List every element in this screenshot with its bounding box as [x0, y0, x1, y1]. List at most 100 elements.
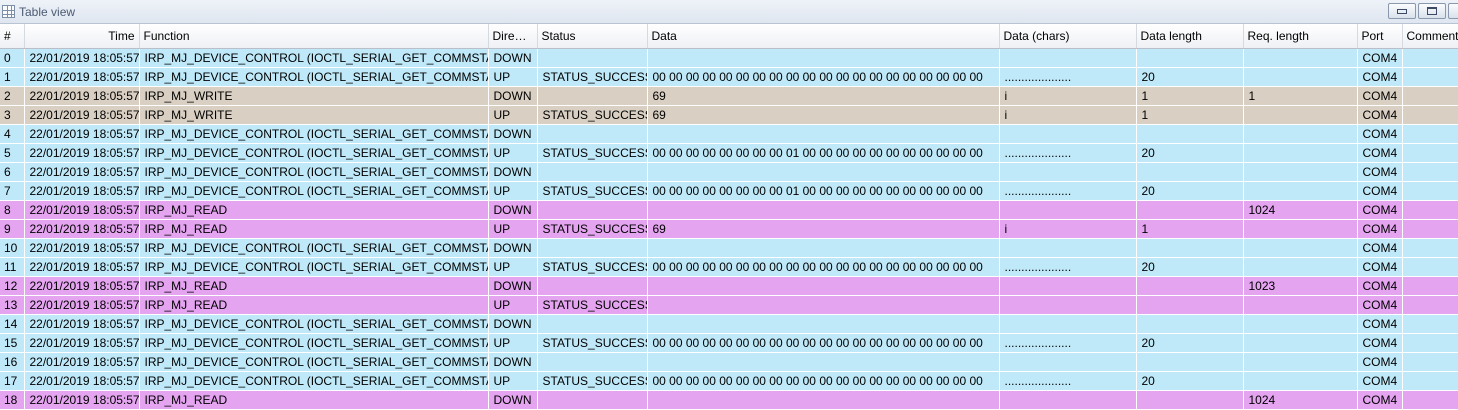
cell-data: [647, 48, 1000, 68]
cell-index: 14: [0, 314, 25, 334]
cell-port: COM4: [1357, 238, 1403, 258]
cell-port: COM4: [1357, 276, 1403, 296]
column-header-port[interactable]: Port: [1357, 24, 1403, 49]
column-header-direction[interactable]: Direct...: [488, 24, 538, 49]
cell-index: 15: [0, 333, 25, 353]
cell-function: IRP_MJ_WRITE: [139, 86, 489, 106]
cell-time: 22/01/2019 18:05:57: [24, 352, 140, 372]
cell-time: 22/01/2019 18:05:57: [24, 86, 140, 106]
cell-time: 22/01/2019 18:05:57: [24, 162, 140, 182]
cell-index: 7: [0, 181, 25, 201]
cell-req-length: [1243, 67, 1358, 87]
cell-function: IRP_MJ_DEVICE_CONTROL (IOCTL_SERIAL_GET_…: [139, 143, 489, 163]
cell-function: IRP_MJ_DEVICE_CONTROL (IOCTL_SERIAL_GET_…: [139, 238, 489, 258]
cell-index: 1: [0, 67, 25, 87]
cell-data-length: 20: [1136, 143, 1244, 163]
column-header-comments[interactable]: Comments: [1402, 24, 1458, 49]
table-row[interactable]: 14 22/01/2019 18:05:57 IRP_MJ_DEVICE_CONTR…: [0, 314, 1458, 334]
cell-data-length: 20: [1136, 257, 1244, 277]
cell-data-chars: [999, 48, 1137, 68]
cell-status: STATUS_SUCCESS: [537, 295, 648, 315]
table-row[interactable]: 15 22/01/2019 18:05:57 IRP_MJ_DEVICE_CONTR…: [0, 333, 1458, 353]
cell-data-length: [1136, 200, 1244, 220]
cell-comments: [1402, 143, 1458, 163]
table-row[interactable]: 8 22/01/2019 18:05:57 IRP_MJ_READ DOWN 1024 C…: [0, 200, 1458, 220]
cell-status: STATUS_SUCCESS: [537, 371, 648, 391]
cell-data-chars: ....................: [999, 257, 1137, 277]
cell-status: STATUS_SUCCESS: [537, 67, 648, 87]
cell-port: COM4: [1357, 352, 1403, 372]
cell-port: COM4: [1357, 181, 1403, 201]
cell-status: STATUS_SUCCESS: [537, 333, 648, 353]
table-row[interactable]: 1 22/01/2019 18:05:57 IRP_MJ_DEVICE_CONTRO…: [0, 67, 1458, 87]
table-row[interactable]: 16 22/01/2019 18:05:57 IRP_MJ_DEVICE_CONTR…: [0, 352, 1458, 372]
cell-index: 5: [0, 143, 25, 163]
window-title: Table view: [19, 4, 76, 19]
cell-status: [537, 352, 648, 372]
cell-direction: UP: [488, 219, 538, 239]
cell-direction: DOWN: [488, 314, 538, 334]
cell-req-length: [1243, 143, 1358, 163]
cell-direction: UP: [488, 295, 538, 315]
column-header-index[interactable]: #: [0, 24, 25, 49]
cell-direction: DOWN: [488, 86, 538, 106]
cell-direction: UP: [488, 143, 538, 163]
maximize-icon: [1427, 7, 1437, 15]
cell-time: 22/01/2019 18:05:57: [24, 295, 140, 315]
table-row[interactable]: 3 22/01/2019 18:05:57 IRP_MJ_WRITE UP STATUS…: [0, 105, 1458, 125]
cell-comments: [1402, 181, 1458, 201]
cell-function: IRP_MJ_DEVICE_CONTROL (IOCTL_SERIAL_GET_…: [139, 181, 489, 201]
cell-req-length: [1243, 238, 1358, 258]
table-row[interactable]: 6 22/01/2019 18:05:57 IRP_MJ_DEVICE_CONTRO…: [0, 162, 1458, 182]
table-row[interactable]: 18 22/01/2019 18:05:57 IRP_MJ_READ DOWN 1024…: [0, 390, 1458, 410]
cell-time: 22/01/2019 18:05:57: [24, 124, 140, 144]
cell-time: 22/01/2019 18:05:57: [24, 181, 140, 201]
cell-comments: [1402, 238, 1458, 258]
cell-comments: [1402, 86, 1458, 106]
cell-time: 22/01/2019 18:05:57: [24, 371, 140, 391]
table-row[interactable]: 17 22/01/2019 18:05:57 IRP_MJ_DEVICE_CONTR…: [0, 371, 1458, 391]
cell-data-length: 20: [1136, 333, 1244, 353]
table-row[interactable]: 0 22/01/2019 18:05:57 IRP_MJ_DEVICE_CONTRO…: [0, 48, 1458, 68]
cell-index: 2: [0, 86, 25, 106]
column-header-function[interactable]: Function: [139, 24, 489, 49]
cell-port: COM4: [1357, 219, 1403, 239]
table-row[interactable]: 7 22/01/2019 18:05:57 IRP_MJ_DEVICE_CONTRO…: [0, 181, 1458, 201]
cell-function: IRP_MJ_DEVICE_CONTROL (IOCTL_SERIAL_GET_…: [139, 48, 489, 68]
cell-req-length: [1243, 295, 1358, 315]
table-row[interactable]: 9 22/01/2019 18:05:57 IRP_MJ_READ UP STATUS_…: [0, 219, 1458, 239]
table-row[interactable]: 5 22/01/2019 18:05:57 IRP_MJ_DEVICE_CONTRO…: [0, 143, 1458, 163]
cell-data-length: [1136, 48, 1244, 68]
column-header-data-length[interactable]: Data length: [1136, 24, 1244, 49]
column-header-data-chars[interactable]: Data (chars): [999, 24, 1137, 49]
minimize-button[interactable]: [1388, 3, 1416, 19]
table-grid-icon: [2, 5, 15, 18]
table-row[interactable]: 13 22/01/2019 18:05:57 IRP_MJ_READ UP STATUS…: [0, 295, 1458, 315]
column-header-data[interactable]: Data: [647, 24, 1000, 49]
cell-time: 22/01/2019 18:05:57: [24, 257, 140, 277]
table-row[interactable]: 2 22/01/2019 18:05:57 IRP_MJ_WRITE DOWN 69 i 1…: [0, 86, 1458, 106]
cell-comments: [1402, 219, 1458, 239]
cell-function: IRP_MJ_DEVICE_CONTROL (IOCTL_SERIAL_GET_…: [139, 124, 489, 144]
column-header-status[interactable]: Status: [537, 24, 648, 49]
cell-data: [647, 162, 1000, 182]
cell-function: IRP_MJ_READ: [139, 276, 489, 296]
cell-function: IRP_MJ_WRITE: [139, 105, 489, 125]
cell-req-length: [1243, 314, 1358, 334]
table-header-row: # Time Function Direct... Status Data Da…: [0, 24, 1458, 49]
table-row[interactable]: 4 22/01/2019 18:05:57 IRP_MJ_DEVICE_CONTRO…: [0, 124, 1458, 144]
cell-data: [647, 200, 1000, 220]
cell-req-length: [1243, 219, 1358, 239]
cell-direction: UP: [488, 371, 538, 391]
cell-req-length: [1243, 352, 1358, 372]
cell-function: IRP_MJ_DEVICE_CONTROL (IOCTL_SERIAL_GET_…: [139, 67, 489, 87]
table-row[interactable]: 12 22/01/2019 18:05:57 IRP_MJ_READ DOWN 1023…: [0, 276, 1458, 296]
column-header-req-length[interactable]: Req. length: [1243, 24, 1358, 49]
column-header-time[interactable]: Time: [24, 24, 140, 49]
close-button[interactable]: [1448, 3, 1458, 19]
minimize-icon: [1397, 8, 1407, 14]
table-row[interactable]: 11 22/01/2019 18:05:57 IRP_MJ_DEVICE_CONTR…: [0, 257, 1458, 277]
table-row[interactable]: 10 22/01/2019 18:05:57 IRP_MJ_DEVICE_CONTR…: [0, 238, 1458, 258]
cell-port: COM4: [1357, 143, 1403, 163]
maximize-button[interactable]: [1418, 3, 1446, 19]
